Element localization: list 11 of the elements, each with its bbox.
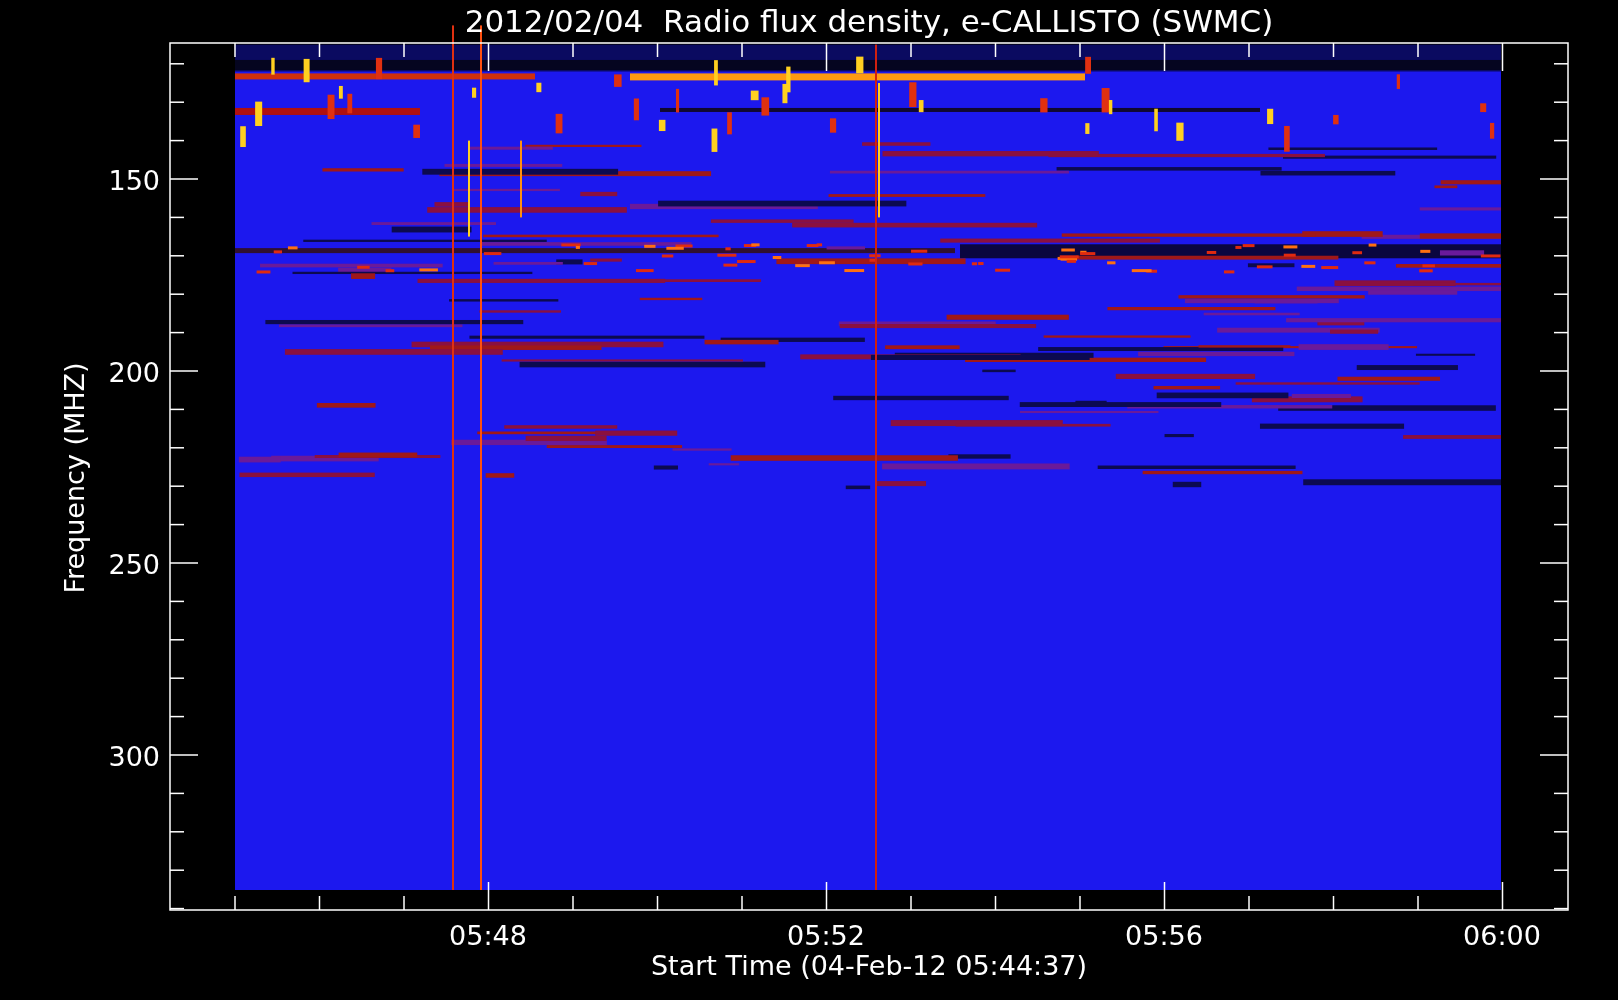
y-tick-label: 250 <box>108 549 160 580</box>
x-tick-label: 06:00 <box>1463 920 1541 951</box>
x-tick-label: 05:56 <box>1125 920 1203 951</box>
x-tick-label: 05:52 <box>787 920 865 951</box>
y-tick-label: 200 <box>108 357 160 388</box>
y-axis-label: Frequency (MHZ) <box>59 362 90 594</box>
y-tick-label: 150 <box>108 165 160 196</box>
chart-title: 2012/02/04 Radio flux density, e-CALLISTO (SWMC) <box>464 3 1274 39</box>
x-tick-label: 05:48 <box>449 920 527 951</box>
x-axis-label: Start Time (04-Feb-12 05:44:37) <box>650 950 1088 981</box>
y-tick-label: 300 <box>108 741 160 772</box>
